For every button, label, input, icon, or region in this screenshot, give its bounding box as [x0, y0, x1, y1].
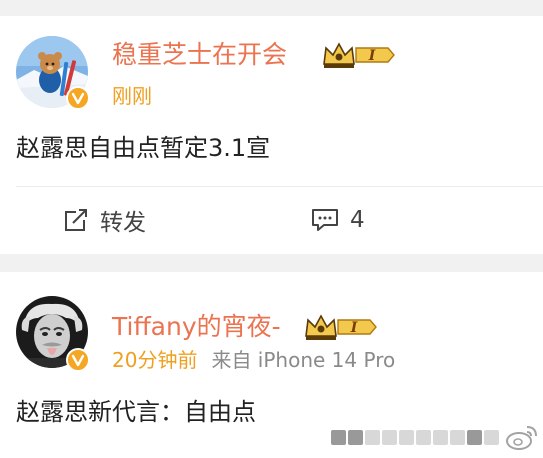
author-name[interactable]: 稳重芝士在开会 [112, 40, 287, 70]
post-card[interactable]: Tiffany的宵夜- I 20分钟前 来自 iPhone 14 Pro 赵露思新… [0, 272, 543, 458]
author-name[interactable]: Tiffany的宵夜- [112, 312, 281, 342]
verified-icon [66, 86, 90, 110]
repost-label: 转发 [100, 210, 146, 236]
divider [16, 186, 543, 187]
watermark-text [331, 429, 499, 445]
weibo-logo-icon [506, 426, 537, 450]
post-content[interactable]: 赵露思自由点暂定3.1宣 [16, 132, 270, 164]
post-time: 20分钟前 [112, 348, 198, 372]
post-meta: 20分钟前 来自 iPhone 14 Pro [112, 348, 395, 372]
post-source: 来自 iPhone 14 Pro [211, 348, 396, 372]
badge-level: I [350, 320, 358, 336]
post-card[interactable]: 稳重芝士在开会 I 刚刚 赵露思自由点暂定3.1宣 转发 4 [0, 16, 543, 254]
weibo-watermark [331, 422, 539, 452]
crown-badge-icon: I [304, 312, 378, 346]
post-content[interactable]: 赵露思新代言：自由点 [16, 396, 256, 428]
comment-icon [312, 209, 338, 231]
feed: 稳重芝士在开会 I 刚刚 赵露思自由点暂定3.1宣 转发 4 Tiffany的宵… [0, 0, 543, 458]
crown-badge-icon: I [322, 40, 396, 74]
comment-button[interactable]: 4 [310, 204, 365, 236]
section-gap [0, 254, 543, 272]
badge-level: I [368, 48, 376, 64]
post-time: 刚刚 [112, 84, 152, 108]
verified-icon [66, 348, 90, 372]
comment-count: 4 [350, 207, 365, 233]
repost-icon [65, 209, 87, 231]
section-gap [0, 0, 543, 16]
post-meta: 刚刚 [112, 84, 152, 108]
repost-button[interactable]: 转发 [62, 204, 146, 236]
